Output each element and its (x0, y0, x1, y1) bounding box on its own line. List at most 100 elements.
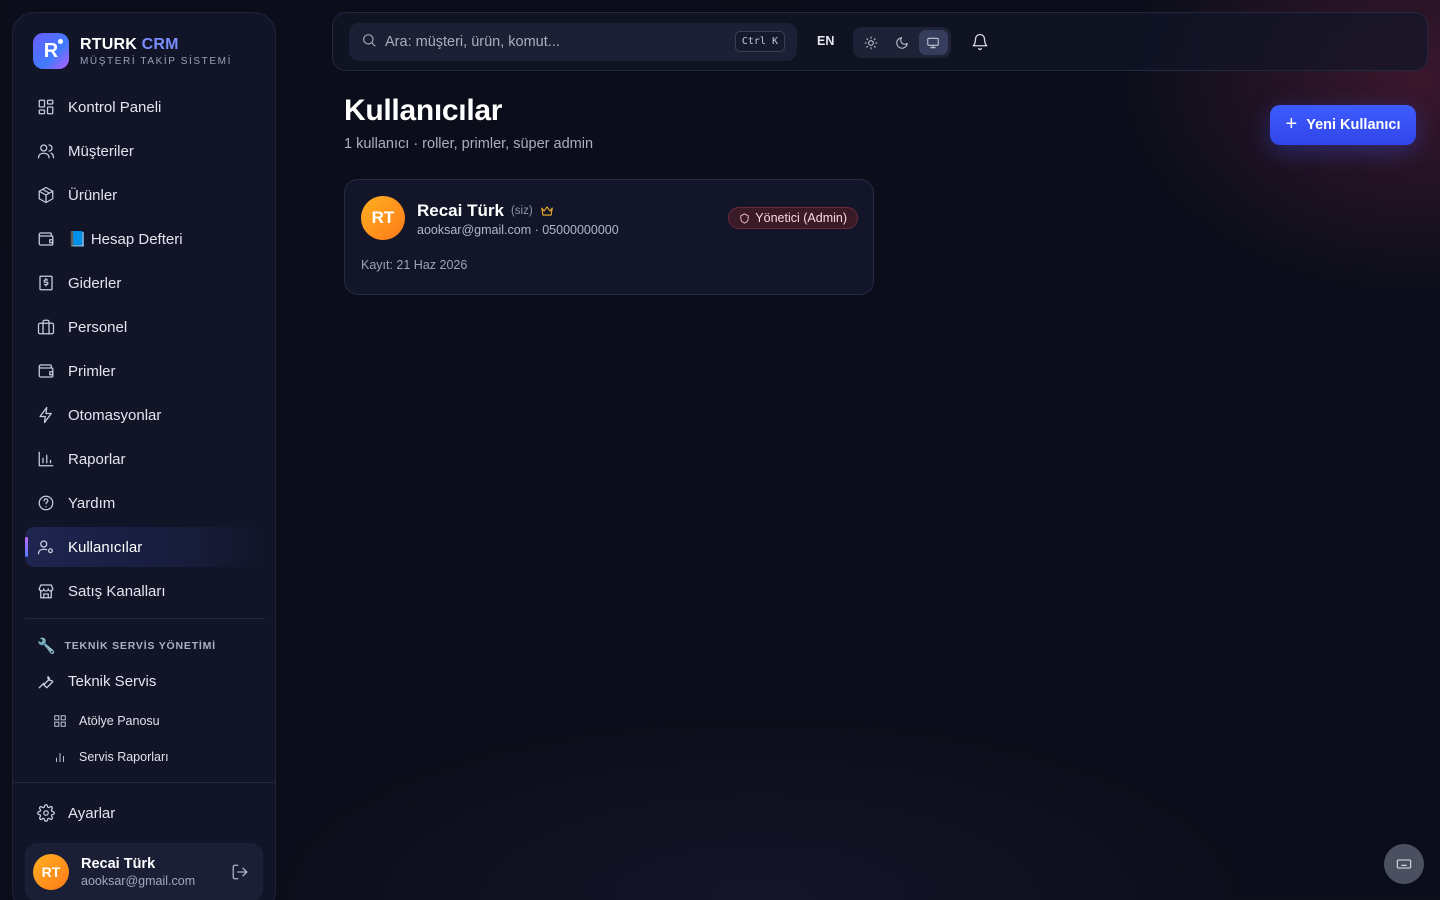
brand[interactable]: R RTURK CRM MÜŞTERİ TAKİP SİSTEMİ (33, 33, 232, 69)
sidebar-item-kullanicilar[interactable]: Kullanıcılar (25, 527, 265, 567)
bell-icon[interactable] (971, 33, 989, 51)
sidebar-item-label: Primler (68, 362, 116, 380)
current-user-name: Recai Türk (81, 856, 156, 872)
light-theme-button[interactable] (856, 30, 885, 55)
sidebar-item-teknik-servis[interactable]: Teknik Servis (25, 661, 265, 701)
section-title-teknik-servis: 🔧 TEKNİK SERVİS YÖNETİMİ (37, 637, 216, 655)
service-sub-nav: Atölye Panosu Servis Raporları (25, 703, 265, 775)
sidebar-item-label: Teknik Servis (68, 672, 157, 690)
role-badge-label: Yönetici (Admin) (755, 211, 847, 225)
role-badge[interactable]: Yönetici (Admin) (728, 207, 858, 229)
sidebar-item-otomasyonlar[interactable]: Otomasyonlar (25, 395, 265, 435)
wrench-emoji-icon: 🔧 (37, 638, 57, 655)
crown-icon (540, 204, 554, 218)
user-card[interactable]: RT Recai Türk (siz) aooksar@gmail.com · … (344, 179, 874, 295)
sidebar-divider (25, 618, 265, 619)
logout-icon[interactable] (231, 863, 249, 881)
sidebar-item-label: Yardım (68, 494, 116, 512)
page-subtitle: 1 kullanıcı · roller, primler, süper adm… (344, 136, 594, 152)
system-theme-button[interactable] (918, 30, 948, 55)
sidebar-divider (13, 782, 275, 783)
sidebar-item-label: Müşteriler (68, 142, 134, 160)
store-icon (37, 582, 55, 600)
current-user-card[interactable]: RT Recai Türk aooksar@gmail.com (25, 843, 263, 900)
wrench-icon (37, 672, 55, 690)
sidebar-item-musteriler[interactable]: Müşteriler (25, 131, 265, 171)
zap-icon (37, 406, 55, 424)
bar-chart-icon (53, 750, 67, 764)
sidebar-item-label: Giderler (68, 274, 122, 292)
sidebar-item-label: Ürünler (68, 186, 118, 204)
sidebar-item-satis-kanallari[interactable]: Satış Kanalları (25, 571, 265, 611)
new-user-button[interactable]: + Yeni Kullanıcı (1270, 105, 1416, 145)
brand-name-main: RTURK (80, 35, 137, 53)
sidebar-item-label: Otomasyonlar (68, 406, 162, 424)
dashboard-icon (37, 98, 55, 116)
receipt-icon (37, 274, 55, 292)
moon-icon (896, 36, 908, 49)
plus-icon: + (1285, 112, 1298, 135)
sidebar-item-ayarlar[interactable]: Ayarlar (25, 793, 265, 833)
brand-subtitle: MÜŞTERİ TAKİP SİSTEMİ (80, 55, 232, 67)
sidebar-item-servis-raporlari[interactable]: Servis Raporları (25, 739, 265, 775)
monitor-icon (927, 37, 940, 48)
brand-name: RTURK CRM (80, 36, 232, 54)
section-title-text: TEKNİK SERVİS YÖNETİMİ (64, 640, 216, 652)
user-name: Recai Türk (417, 201, 504, 220)
help-icon (37, 494, 55, 512)
search-input[interactable] (385, 34, 725, 50)
sidebar-item-label: 📘 Hesap Defteri (68, 231, 183, 248)
theme-toggle (853, 27, 951, 58)
sidebar-item-label: Ayarlar (68, 804, 116, 822)
sidebar-item-label: Kontrol Paneli (68, 98, 162, 116)
sidebar: R RTURK CRM MÜŞTERİ TAKİP SİSTEMİ Kontro… (12, 12, 276, 900)
sidebar-item-primler[interactable]: Primler (25, 351, 265, 391)
sidebar-item-giderler[interactable]: Giderler (25, 263, 265, 303)
search-box[interactable]: Ctrl K (349, 23, 797, 61)
shield-icon (740, 212, 749, 224)
you-label: (siz) (510, 205, 533, 217)
package-icon (37, 186, 55, 204)
sidebar-item-label: Satış Kanalları (68, 582, 166, 600)
shortcut-badge: Ctrl K (734, 31, 785, 52)
new-user-button-label: Yeni Kullanıcı (1306, 117, 1401, 133)
briefcase-icon (37, 318, 55, 336)
sidebar-item-kontrol-paneli[interactable]: Kontrol Paneli (25, 87, 265, 127)
keyboard-icon (1396, 859, 1412, 869)
sidebar-nav: Kontrol Paneli Müşteriler Ürünler 📘 Hesa… (25, 87, 265, 615)
wallet-icon (37, 362, 55, 380)
search-icon (361, 32, 377, 53)
registration-date: Kayıt: 21 Haz 2026 (361, 258, 468, 272)
sidebar-item-label: Kullanıcılar (68, 538, 143, 556)
dark-theme-button[interactable] (887, 30, 916, 55)
avatar: RT (33, 854, 69, 890)
app-logo: R (33, 33, 69, 69)
current-user-email: aooksar@gmail.com (81, 874, 196, 888)
service-nav: Teknik Servis (25, 661, 265, 705)
users-icon (37, 142, 55, 160)
grid-icon (53, 714, 67, 728)
language-toggle[interactable]: EN (817, 34, 834, 48)
sidebar-item-raporlar[interactable]: Raporlar (25, 439, 265, 479)
sidebar-item-urunler[interactable]: Ürünler (25, 175, 265, 215)
sidebar-item-hesap-defteri[interactable]: 📘 Hesap Defteri (25, 219, 265, 259)
bar-chart-icon (37, 450, 55, 468)
settings-nav: Ayarlar (25, 793, 265, 837)
sun-icon (864, 36, 878, 49)
brand-name-accent: CRM (141, 35, 179, 53)
keyboard-shortcuts-button[interactable] (1384, 844, 1424, 884)
sidebar-item-label: Personel (68, 318, 128, 336)
page-title: Kullanıcılar (344, 94, 503, 127)
sidebar-item-yardim[interactable]: Yardım (25, 483, 265, 523)
sidebar-item-atolye-panosu[interactable]: Atölye Panosu (25, 703, 265, 739)
sidebar-item-label: Servis Raporları (79, 750, 169, 764)
wallet-icon (37, 230, 55, 248)
sidebar-item-personel[interactable]: Personel (25, 307, 265, 347)
logo-letter: R (43, 39, 59, 62)
avatar: RT (361, 196, 405, 240)
user-contact: aooksar@gmail.com · 05000000000 (417, 223, 619, 237)
user-cog-icon (37, 538, 55, 556)
topbar: Ctrl K EN (332, 12, 1428, 71)
gear-icon (37, 804, 55, 822)
sidebar-item-label: Raporlar (68, 450, 126, 468)
